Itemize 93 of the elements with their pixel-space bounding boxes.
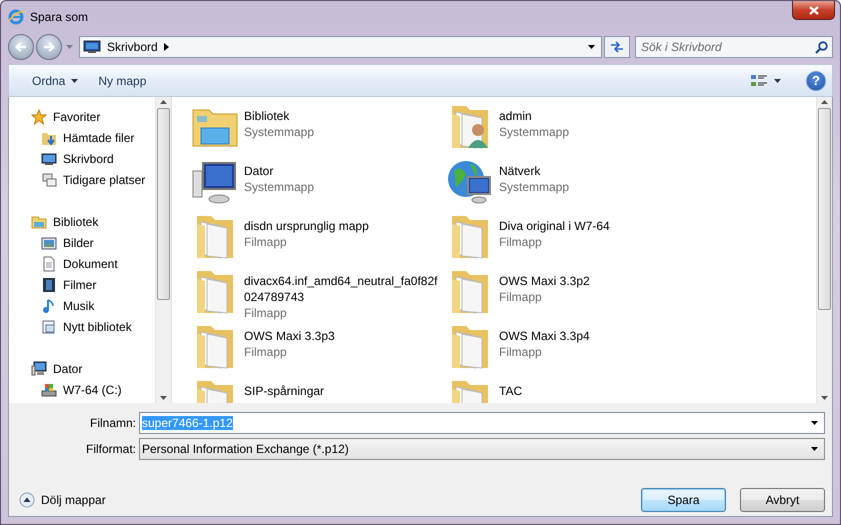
field-label: Filnamn: [88, 416, 137, 430]
document-icon [41, 256, 57, 272]
file-name: admin [499, 108, 533, 124]
library-icon [31, 214, 47, 230]
scrollbar[interactable] [155, 97, 171, 403]
toolbar-button[interactable]: Ordna [25, 70, 86, 92]
caret-icon [774, 78, 781, 82]
file-type: Systemmapp [244, 124, 316, 140]
computer-icon [31, 360, 47, 376]
file-name: TAC [499, 383, 524, 399]
scroll-up-icon [160, 100, 167, 104]
scrollbar[interactable] [816, 97, 832, 403]
sidebar-item[interactable]: Musik [31, 295, 155, 316]
back-button[interactable] [8, 34, 34, 60]
scrollbar-thumb[interactable] [157, 108, 170, 300]
file-item[interactable]: Bibliotek Systemmapp [191, 100, 446, 155]
file-name: Nätverk [499, 163, 542, 179]
sidebar-item[interactable]: Dator [31, 358, 155, 379]
scrollbar-thumb[interactable] [818, 108, 831, 310]
sidebar-item[interactable]: Dokument [31, 253, 155, 274]
file-name: Diva original i W7-64 [499, 218, 611, 234]
file-name: disdn ursprunglig mapp [244, 218, 370, 234]
file-name: divacx64.inf_amd64_neutral_fa0f82f024789743 [244, 273, 438, 305]
close-icon [808, 6, 818, 14]
sidebar-item[interactable]: Tidigare platser [31, 169, 155, 190]
sidebar-item[interactable]: Favoriter [31, 106, 155, 127]
dropdown-caret-icon [588, 45, 595, 49]
file-type: Systemmapp [244, 179, 316, 195]
hide-folders-button[interactable]: Dölj mappar [19, 492, 106, 508]
drive-icon [41, 382, 57, 398]
breadcrumb-arrow-icon [164, 43, 169, 51]
close-button[interactable] [792, 1, 835, 20]
recent-places-icon [41, 172, 57, 188]
file-name: Dator [244, 163, 274, 179]
file-name: SIP-spårningar [244, 383, 326, 399]
file-type: Filmapp [244, 305, 288, 321]
refresh-button[interactable] [604, 36, 630, 58]
file-type: Systemmapp [499, 179, 570, 195]
file-format-dropdown[interactable]: Personal Information Exchange (*.p12) [139, 438, 825, 460]
view-list-icon [750, 72, 768, 88]
file-name: Bibliotek [244, 108, 290, 124]
sidebar-item[interactable]: W7-64 (C:) [31, 379, 155, 400]
file-type: Filmapp [244, 234, 288, 250]
sidebar-item[interactable]: Filmer [31, 274, 155, 295]
film-icon [41, 276, 57, 292]
file-type: Filmapp [244, 344, 288, 360]
file-item[interactable]: Dator Systemmapp [191, 155, 446, 210]
file-item[interactable]: OWS Maxi 3.3p3 Filmapp [191, 320, 446, 375]
file-item[interactable]: divacx64.inf_amd64_neutral_fa0f82f024789743 Filmapp [191, 265, 446, 320]
forward-arrow-icon [43, 42, 55, 52]
file-type: Systemmapp [499, 124, 570, 140]
dropdown-caret-icon [811, 447, 818, 451]
scroll-down-icon [160, 396, 167, 400]
file-item[interactable]: OWS Maxi 3.3p4 Filmapp [446, 320, 701, 375]
toolbar-button[interactable]: Ny mapp [91, 70, 154, 92]
help-button[interactable]: ? [806, 70, 826, 90]
address-location[interactable]: Skrivbord [107, 40, 158, 54]
history-caret-icon [66, 45, 73, 49]
star-icon [31, 108, 47, 124]
sidebar-item[interactable]: Nytt bibliotek [31, 316, 155, 337]
forward-button[interactable] [36, 34, 62, 60]
sidebar-item[interactable]: Bilder [31, 232, 155, 253]
pictures-icon [41, 234, 57, 250]
sidebar-item[interactable]: Bibliotek [31, 211, 155, 232]
sidebar-item[interactable]: Skrivbord [31, 148, 155, 169]
file-item[interactable]: OWS Maxi 3.3p2 Filmapp [446, 265, 701, 320]
search-field[interactable]: Sök i Skrivbord [635, 36, 833, 58]
desktop-icon [41, 150, 57, 166]
back-arrow-icon [15, 42, 27, 52]
library-icon [41, 318, 57, 334]
file-item[interactable]: Nätverk Systemmapp [446, 155, 701, 210]
file-item[interactable]: Diva original i W7-64 Filmapp [446, 210, 701, 265]
file-type: Filmapp [499, 234, 543, 250]
file-name: OWS Maxi 3.3p3 [244, 328, 336, 344]
scroll-down-icon [821, 396, 828, 400]
browser-icon [8, 8, 24, 24]
desktop-icon [83, 40, 101, 54]
file-item[interactable]: disdn ursprunglig mapp Filmapp [191, 210, 446, 265]
file-type: Filmapp [499, 344, 543, 360]
scroll-up-icon [821, 100, 828, 104]
dialog-button[interactable]: Spara [641, 488, 726, 512]
file-item[interactable]: admin Systemmapp [446, 100, 701, 155]
field-label: Filformat: [84, 442, 137, 456]
file-name: OWS Maxi 3.3p4 [499, 328, 591, 344]
refresh-icon [609, 40, 625, 54]
file-type: Filmapp [499, 289, 543, 305]
dropdown-caret-icon [811, 421, 818, 425]
file-name: OWS Maxi 3.3p2 [499, 273, 591, 289]
search-icon [815, 41, 828, 54]
window-title: Spara som [30, 10, 88, 24]
address-bar[interactable]: Skrivbord [79, 36, 602, 58]
dialog-button[interactable]: Avbryt [740, 488, 825, 512]
sidebar-item[interactable]: Hämtade filer [31, 127, 155, 148]
